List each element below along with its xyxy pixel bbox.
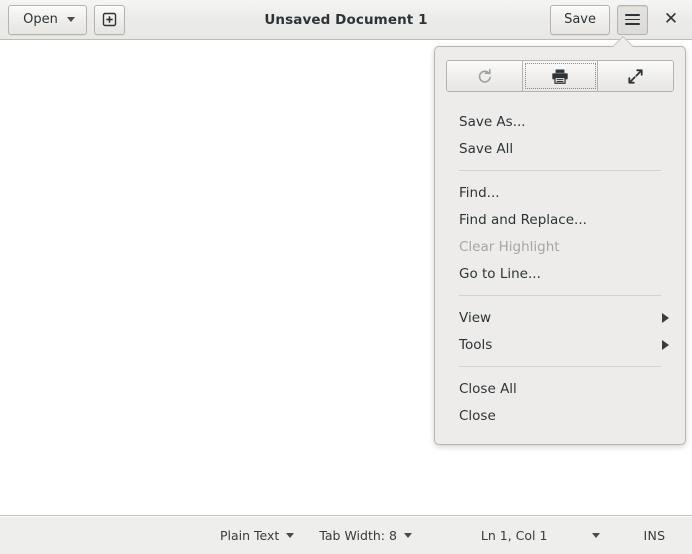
header-left-group: Open <box>0 4 125 35</box>
menu-item-label: View <box>459 309 492 326</box>
menu-separator <box>459 295 661 296</box>
main-menu-popover: Save As... Save All Find... Find and Rep… <box>434 46 686 445</box>
language-label: Plain Text <box>220 528 280 543</box>
document-selector-dropdown[interactable] <box>592 533 601 538</box>
print-button[interactable] <box>522 61 599 91</box>
menu-item-label: Clear Highlight <box>459 238 560 255</box>
cursor-position-label: Ln 1, Col 1 <box>480 528 548 543</box>
redo-button[interactable] <box>447 61 523 91</box>
main-menu-button[interactable] <box>617 4 648 35</box>
header-bar: Open Unsaved Document 1 Save ✕ <box>0 0 692 40</box>
open-button-label: Open <box>23 12 58 27</box>
tab-width-label: Tab Width: 8 <box>319 528 397 543</box>
open-button[interactable]: Open <box>8 4 87 35</box>
tab-width-selector[interactable]: Tab Width: 8 <box>319 528 412 543</box>
menu-item-go-to-line[interactable]: Go to Line... <box>435 260 685 287</box>
menu-item-clear-highlight: Clear Highlight <box>435 233 685 260</box>
chevron-right-icon <box>662 312 669 323</box>
hamburger-menu-icon <box>625 14 640 25</box>
menu-item-label: Save As... <box>459 113 526 130</box>
menu-item-label: Find... <box>459 184 500 201</box>
print-icon <box>551 68 569 85</box>
close-window-button[interactable]: ✕ <box>657 6 685 34</box>
cursor-position: Ln 1, Col 1 <box>481 528 548 543</box>
insert-mode-indicator: INS <box>643 528 665 543</box>
status-bar: Plain Text Tab Width: 8 Ln 1, Col 1 INS <box>0 517 692 554</box>
menu-item-save-all[interactable]: Save All <box>435 135 685 162</box>
menu-item-label: Save All <box>459 140 514 157</box>
close-icon: ✕ <box>663 9 679 29</box>
fullscreen-icon <box>627 68 644 85</box>
menu-separator <box>459 366 661 367</box>
fullscreen-button[interactable] <box>598 61 673 91</box>
menu-item-label: Close <box>459 407 496 424</box>
menu-item-label: Find and Replace... <box>459 211 587 228</box>
chevron-down-icon <box>592 533 601 538</box>
language-selector[interactable]: Plain Text <box>220 528 295 543</box>
menu-item-close[interactable]: Close <box>435 402 685 429</box>
menu-item-label: Tools <box>459 336 493 353</box>
menu-item-label: Close All <box>459 380 517 397</box>
menu-item-tools[interactable]: Tools <box>435 331 685 358</box>
menu-separator <box>459 170 661 171</box>
new-document-icon <box>102 12 117 27</box>
menu-item-find[interactable]: Find... <box>435 179 685 206</box>
chevron-down-icon <box>286 533 295 538</box>
save-button[interactable]: Save <box>550 4 610 35</box>
redo-icon <box>476 68 493 85</box>
menu-item-view[interactable]: View <box>435 304 685 331</box>
chevron-down-icon <box>403 533 412 538</box>
header-right-group: Save ✕ <box>550 4 692 35</box>
menu-item-label: Go to Line... <box>459 265 541 282</box>
menu-tool-button-group <box>446 60 674 92</box>
menu-item-find-and-replace[interactable]: Find and Replace... <box>435 206 685 233</box>
insert-mode-label: INS <box>643 528 666 543</box>
chevron-right-icon <box>662 339 669 350</box>
menu-item-close-all[interactable]: Close All <box>435 375 685 402</box>
save-button-label: Save <box>564 12 596 27</box>
chevron-down-icon <box>66 17 75 22</box>
new-document-button[interactable] <box>94 4 125 35</box>
menu-item-save-as[interactable]: Save As... <box>435 108 685 135</box>
